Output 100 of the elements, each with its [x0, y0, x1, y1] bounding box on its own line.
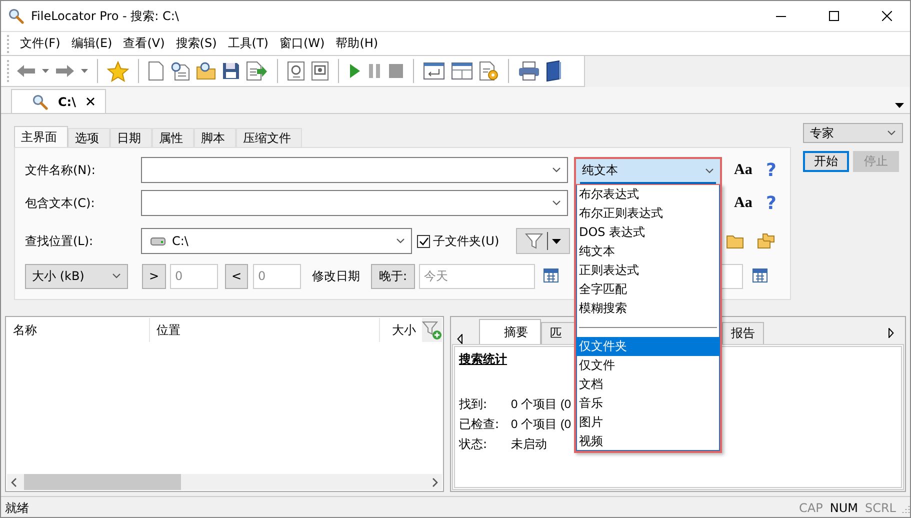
search-tab[interactable]: 选项 — [68, 128, 110, 147]
dropdown-option[interactable]: 全字匹配 — [576, 280, 720, 299]
page-magnifier-icon[interactable] — [287, 61, 305, 81]
column-header[interactable]: 大小 — [380, 318, 418, 342]
document-tab[interactable]: C:\ — [11, 89, 106, 113]
help-button[interactable]: ? — [766, 192, 776, 214]
dropdown-option[interactable]: 音乐 — [576, 394, 720, 413]
size-field[interactable]: 0 — [253, 264, 301, 288]
stat-label: 已检查: — [459, 416, 500, 432]
forward-arrow-icon[interactable] — [55, 63, 75, 79]
document-arrow-icon[interactable] — [246, 61, 268, 81]
close-icon[interactable] — [86, 97, 95, 106]
summary-tab[interactable]: 报告 — [722, 322, 764, 344]
search-tab[interactable]: 日期 — [110, 128, 152, 147]
menu-item[interactable]: 搜索(S) — [170, 35, 222, 52]
star-icon[interactable] — [107, 60, 129, 82]
column-header[interactable]: 位置 — [150, 318, 380, 342]
size-field[interactable]: 0 — [170, 264, 218, 288]
stat-value: 未启动 — [511, 436, 547, 452]
check-icon — [418, 236, 428, 246]
dropdown-option[interactable]: 模糊搜索 — [576, 299, 720, 318]
greater-than-button[interactable]: > — [142, 264, 166, 288]
folder-icon[interactable] — [726, 233, 744, 249]
menu-item[interactable]: 编辑(E) — [66, 35, 118, 52]
filter-button[interactable] — [516, 228, 570, 254]
search-icon — [32, 94, 48, 110]
case-sensitive-button[interactable]: Aa — [734, 194, 752, 212]
chevron-down-icon — [552, 167, 561, 173]
case-sensitive-button[interactable]: Aa — [734, 162, 752, 178]
dropdown-option[interactable]: 仅文件 — [576, 356, 720, 375]
page-magnifier-icon[interactable] — [311, 61, 329, 81]
dropdown-option[interactable]: 布尔正则表达式 — [576, 204, 720, 223]
stat-value: 0 个项目 (0 — [511, 416, 572, 432]
folders-icon[interactable] — [757, 233, 776, 249]
chevron-down-icon — [396, 238, 405, 244]
help-button[interactable]: ? — [766, 160, 776, 180]
search-icon — [8, 8, 24, 24]
date-field[interactable]: 今天 — [419, 264, 535, 288]
back-arrow-icon[interactable] — [16, 63, 36, 79]
window-layout-icon[interactable] — [451, 62, 473, 80]
tab-scroll-right-icon[interactable] — [888, 328, 894, 338]
field-label: 修改日期 — [312, 268, 360, 284]
status-text: 就绪 — [5, 500, 30, 516]
scroll-left-icon[interactable] — [11, 478, 17, 486]
section-heading: 搜索统计 — [459, 351, 507, 368]
tab-scroll-left-icon[interactable] — [457, 334, 463, 344]
stat-label: 状态: — [459, 436, 488, 452]
dropdown-option[interactable]: 仅文件夹 — [576, 337, 720, 356]
location-field[interactable]: C:\ — [141, 228, 412, 254]
chevron-down-icon — [112, 273, 121, 279]
checkbox[interactable] — [417, 234, 430, 248]
text-field[interactable] — [141, 190, 568, 216]
stop-icon[interactable] — [388, 63, 404, 79]
document-gear-icon[interactable] — [479, 61, 499, 81]
field-label: 包含文本(C): — [25, 194, 96, 212]
menu-item[interactable]: 帮助(H) — [330, 35, 384, 52]
column-header[interactable]: 名称 — [7, 318, 150, 342]
document-icon[interactable] — [148, 61, 164, 81]
mode-select[interactable]: 专家 — [803, 123, 903, 143]
summary-tab[interactable]: 摘要 — [479, 319, 541, 344]
search-tab[interactable]: 属性 — [152, 128, 194, 147]
start-button[interactable]: 开始 — [803, 151, 849, 172]
document-search-icon[interactable] — [170, 61, 190, 81]
dropdown-option[interactable]: 正则表达式 — [576, 261, 720, 280]
filter-icon — [525, 233, 544, 249]
caret-icon[interactable] — [81, 69, 88, 73]
dropdown-option[interactable]: 布尔表达式 — [576, 185, 720, 204]
match-type-select[interactable]: 纯文本 — [574, 157, 722, 184]
help-book-icon[interactable] — [546, 60, 562, 82]
menu-item[interactable]: 工具(T) — [222, 35, 274, 52]
caret-icon[interactable] — [42, 69, 49, 73]
horizontal-scrollbar[interactable] — [7, 474, 442, 490]
search-tab[interactable]: 脚本 — [194, 128, 236, 147]
drive-icon — [150, 236, 166, 246]
date-operator-button[interactable]: 晚于: — [371, 264, 415, 288]
dropdown-arrow-icon[interactable] — [895, 103, 904, 108]
less-than-button[interactable]: < — [225, 264, 248, 288]
search-tab[interactable]: 主界面 — [14, 126, 68, 147]
search-tab[interactable]: 压缩文件 — [236, 128, 302, 147]
maximize-icon — [829, 11, 839, 21]
printer-icon[interactable] — [518, 61, 540, 81]
stat-label: 找到: — [459, 396, 488, 412]
play-icon[interactable] — [348, 62, 362, 80]
menu-item[interactable]: 窗口(W) — [274, 35, 330, 52]
dropdown-option[interactable]: 纯文本 — [576, 242, 720, 261]
dropdown-option[interactable]: 图片 — [576, 413, 720, 432]
folder-search-icon[interactable] — [196, 61, 216, 81]
calendar-icon[interactable] — [543, 266, 559, 282]
menu-item[interactable]: 查看(V) — [118, 35, 170, 52]
filter-add-icon[interactable] — [422, 320, 442, 340]
dropdown-option[interactable]: 文档 — [576, 375, 720, 394]
dropdown-option[interactable]: 视频 — [576, 432, 720, 451]
size-select[interactable]: 大小 (kB) — [25, 264, 128, 288]
dropdown-option[interactable]: DOS 表达式 — [576, 223, 720, 242]
menu-item[interactable]: 文件(F) — [15, 35, 66, 52]
checkbox-label[interactable]: 子文件夹(U) — [433, 232, 500, 250]
field-label: 文件名称(N): — [25, 162, 96, 178]
scroll-right-icon[interactable] — [432, 478, 438, 486]
calendar-icon[interactable] — [752, 266, 768, 282]
file-name-field[interactable] — [141, 157, 568, 183]
